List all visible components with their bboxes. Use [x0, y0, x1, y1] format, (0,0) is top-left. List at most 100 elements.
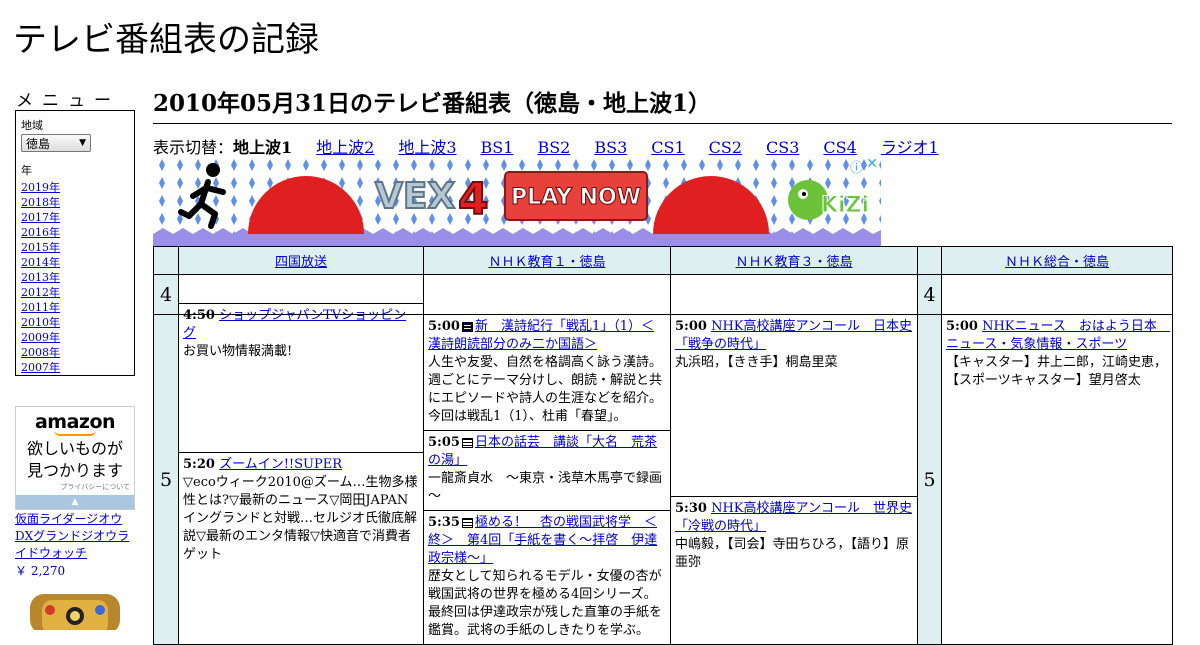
channel-link-bs2[interactable]: BS2 [537, 138, 570, 157]
program-item: 5:00 新 漢詩紀行「戦乱1」（1）＜漢詩朗読部分のみ二か国語＞ 人生や友愛、自… [424, 315, 670, 431]
amazon-ad[interactable]: amazon 欲しいものが 見つかります プライバシーについて ▲ [15, 406, 135, 510]
program-time: 5:35 [428, 515, 460, 530]
schedule-cell [670, 274, 918, 315]
channel-link-terrestrial3[interactable]: 地上波3 [398, 138, 456, 157]
channel-switcher: 表示切替：地上波1 地上波2 地上波3 BS1 BS2 BS3 CS1 CS2 CS3 CS4 ラジ… [153, 134, 963, 158]
channel-link-cs1[interactable]: CS1 [651, 138, 684, 157]
channel-link-bs3[interactable]: BS3 [594, 138, 627, 157]
program-title[interactable]: NHK高校講座アンコール 日本史「戦争の時代」 [675, 319, 912, 352]
program-desc: ▽ecoウィーク2010@ズーム…生物多様性とは?▽最新のニュース▽岡田JAPA… [183, 475, 418, 562]
channel-link-bs1[interactable]: BS1 [481, 138, 514, 157]
program-desc: 中嶋毅，【司会】寺田ちひろ，【語り】原亜弥 [675, 537, 910, 570]
amazon-ad-text-2: 見つかります [26, 461, 123, 480]
channel-link-cs2[interactable]: CS2 [709, 138, 742, 157]
site-title: テレビ番組表の記録 [13, 20, 319, 60]
channel-header: ＮＨＫ教育３・徳島 [670, 246, 918, 275]
channel-header-link[interactable]: ＮＨＫ総合・徳島 [1005, 255, 1109, 270]
channel-link-terrestrial2[interactable]: 地上波2 [316, 138, 374, 157]
schedule-cell: 4:50 ショップジャパンTVショッピング お買い物情報満載! 5:20 ズーム… [178, 303, 424, 645]
program-title[interactable]: NHK高校講座アンコール 世界史「冷戦の時代」 [675, 501, 912, 534]
year-link[interactable]: 2014年 [21, 256, 60, 269]
svg-text:4: 4 [458, 174, 489, 225]
program-desc: 歴女として知られるモデル・女優の杏が戦国武将の世界を極める4回シリーズ。最終回は… [428, 569, 663, 638]
corner-cell [153, 246, 179, 275]
hour-row-5: 5 4:50 ショップジャパンTVショッピング お買い物情報満載! 5:20 ズ… [153, 303, 1173, 645]
schedule-cell [423, 274, 671, 315]
year-link[interactable]: 2018年 [21, 196, 60, 209]
amazon-ad-text-1: 欲しいものが [26, 439, 123, 458]
sidebar-menu: 地域 徳島 ▼ 年 2019年 2018年 2017年 2016年 2015年 … [15, 110, 135, 376]
channel-link-cs3[interactable]: CS3 [766, 138, 799, 157]
schedule-cell [941, 274, 1173, 315]
program-item: 5:30 NHK高校講座アンコール 世界史「冷戦の時代」 中嶋毅，【司会】寺田ち… [671, 497, 917, 575]
program-time: 4:50 [183, 308, 215, 323]
game-ad-banner[interactable]: VEX 4 PLAY NOW KiZi ⓘ ✕ [153, 156, 881, 246]
program-desc: 一龍斎貞水 ～東京・浅草木馬亭で録画～ [428, 471, 663, 504]
region-select-value: 徳島 [26, 136, 51, 151]
program-title[interactable]: ショップジャパンTVショッピング [183, 308, 406, 341]
channel-header: 四国放送 [178, 246, 424, 275]
program-item: 5:05 日本の話芸 講談「大名 荒茶の湯」 一龍斎貞水 ～東京・浅草木馬亭で録画… [424, 431, 670, 511]
ad-info-icon[interactable]: ⓘ [850, 157, 863, 176]
year-link[interactable]: 2016年 [21, 226, 60, 239]
schedule-table: 四国放送 ＮＨＫ教育１・徳島 ＮＨＫ教育３・徳島 ＮＨＫ総合・徳島 4 4 5 … [153, 246, 1173, 645]
program-time: 5:30 [675, 501, 707, 516]
channel-header-link[interactable]: ＮＨＫ教育３・徳島 [735, 255, 852, 270]
channel-header-link[interactable]: ＮＨＫ教育１・徳島 [488, 255, 605, 270]
program-item: 5:35 極める！ 杏の戦国武将学 ＜終＞ 第4回「手紙を書く～拝啓 伊達政宗様～… [424, 511, 670, 643]
svg-text:KiZi: KiZi [821, 193, 869, 218]
schedule-cell: 5:00 新 漢詩紀行「戦乱1」（1）＜漢詩朗読部分のみ二か国語＞ 人生や友愛、自… [423, 314, 671, 645]
year-link[interactable]: 2017年 [21, 211, 60, 224]
region-label: 地域 [21, 119, 43, 132]
year-link[interactable]: 2012年 [21, 286, 60, 299]
year-list: 2019年 2018年 2017年 2016年 2015年 2014年 2013… [21, 180, 129, 375]
program-item: 4:50 ショップジャパンTVショッピング お買い物情報満載! [179, 303, 423, 453]
amazon-logo: amazon [34, 411, 116, 433]
program-time: 5:00 [675, 319, 707, 334]
year-link[interactable]: 2007年 [21, 361, 60, 374]
program-desc: 丸浜昭，【きき手】桐島里菜 [675, 355, 838, 370]
page-title: 2010年05月31日のテレビ番組表（徳島・地上波1） [153, 84, 1172, 124]
program-item: 5:20 ズームイン!!SUPER ▽ecoウィーク2010@ズーム…生物多様性… [179, 453, 423, 567]
year-link[interactable]: 2008年 [21, 346, 60, 359]
amazon-privacy-link[interactable]: プライバシーについて [16, 482, 134, 492]
year-link[interactable]: 2011年 [21, 301, 60, 314]
channel-link-cs4[interactable]: CS4 [823, 138, 856, 157]
channel-header: ＮＨＫ総合・徳島 [941, 246, 1173, 275]
program-item: 5:00 NHK高校講座アンコール 日本史「戦争の時代」 丸浜昭，【きき手】桐島… [671, 315, 917, 497]
hour-label: 4 [917, 274, 942, 315]
schedule-header-row: 四国放送 ＮＨＫ教育１・徳島 ＮＨＫ教育３・徳島 ＮＨＫ総合・徳島 [153, 246, 1173, 275]
program-desc: 【キャスター】井上二郎，江崎史恵，【スポーツキャスター】望月啓太 [946, 355, 1168, 388]
program-time: 5:00 [428, 319, 460, 334]
menu-heading: メニュー [16, 91, 120, 111]
program-time: 5:00 [946, 319, 978, 334]
program-desc: 人生や友愛、自然を格調高く詠う漢詩。週ごとにテーマ分けし、朗読・解説と共にエピソ… [428, 355, 663, 424]
chevron-down-icon: ▼ [79, 138, 86, 148]
region-select[interactable]: 徳島 ▼ [21, 134, 91, 152]
year-link[interactable]: 2013年 [21, 271, 60, 284]
data-broadcast-icon [461, 437, 473, 448]
year-link[interactable]: 2015年 [21, 241, 60, 254]
channel-header-link[interactable]: 四国放送 [275, 255, 327, 270]
svg-text:PLAY NOW: PLAY NOW [511, 185, 641, 210]
product-price: ￥ 2,270 [15, 564, 66, 578]
expand-up-icon[interactable]: ▲ [16, 495, 134, 509]
year-link[interactable]: 2019年 [21, 181, 60, 194]
year-link[interactable]: 2010年 [21, 316, 60, 329]
program-title[interactable]: NHKニュース おはよう日本 ニュース・気象情報・スポーツ [946, 319, 1170, 352]
program-title[interactable]: ズームイン!!SUPER [219, 457, 342, 472]
product-image[interactable] [20, 588, 130, 630]
program-time: 5:20 [183, 457, 215, 472]
product-link[interactable]: 仮面ライダージオウ DXグランドジオウライドウォッチ [15, 511, 135, 562]
svg-text:VEX: VEX [375, 176, 455, 217]
program-desc: お買い物情報満載! [183, 344, 293, 359]
channel-link-radio1[interactable]: ラジオ1 [881, 138, 939, 157]
year-link[interactable]: 2009年 [21, 331, 60, 344]
program-item: 5:00 NHKニュース おはよう日本 ニュース・気象情報・スポーツ 【キャスタ… [942, 315, 1172, 393]
ad-close-icon[interactable]: ✕ [866, 156, 878, 172]
hour-label: 5 [153, 314, 179, 645]
current-channel: 地上波1 [233, 138, 293, 157]
year-label: 年 [21, 164, 32, 177]
game-ad-artwork: VEX 4 PLAY NOW KiZi [153, 156, 881, 246]
program-time: 5:05 [428, 435, 460, 450]
